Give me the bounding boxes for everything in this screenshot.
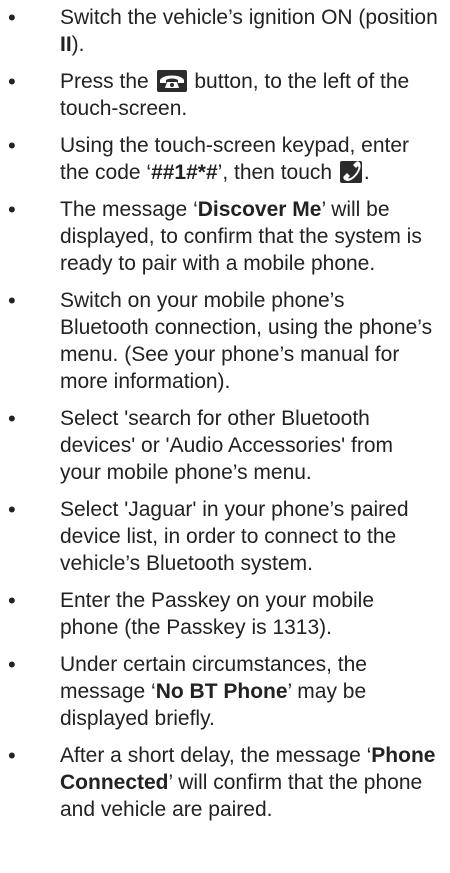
bullet: • [8, 743, 16, 768]
phone-receiver-icon [156, 70, 187, 92]
bullet: • [8, 588, 16, 613]
bullet: • [8, 133, 16, 158]
bullet: • [8, 197, 16, 222]
list-item: • Under certain circumstances, the messa… [8, 652, 367, 730]
bullet: • [8, 406, 16, 431]
list-item: • Switch on your mobile phone’s Bluetoot… [8, 288, 433, 393]
list-item: • Select 'Jaguar' in your phone’s paired… [8, 497, 409, 575]
bullet: • [8, 497, 16, 522]
list-item: • The message ‘Discover Me’ will be disp… [8, 197, 422, 275]
bullet: • [8, 288, 16, 313]
instruction-page: • Switch the vehicle’s ignition ON (posi… [0, 0, 450, 873]
bullet: • [8, 69, 16, 94]
bullet: • [8, 652, 16, 677]
bullet: • [8, 5, 16, 30]
handset-icon [339, 161, 362, 183]
list-item: • Press the button, to the left of the t… [8, 69, 410, 120]
list-item: • Switch the vehicle’s ignition ON (posi… [8, 5, 438, 56]
list-item: • Using the touch-screen keypad, enter t… [8, 133, 410, 184]
pairing-steps-list: • Switch the vehicle’s ignition ON (posi… [8, 4, 438, 823]
list-item: • Enter the Passkey on your mobile phone… [8, 588, 374, 639]
list-item: • Select 'search for other Bluetooth dev… [8, 406, 393, 484]
list-item: • After a short delay, the message ‘Phon… [8, 743, 436, 821]
